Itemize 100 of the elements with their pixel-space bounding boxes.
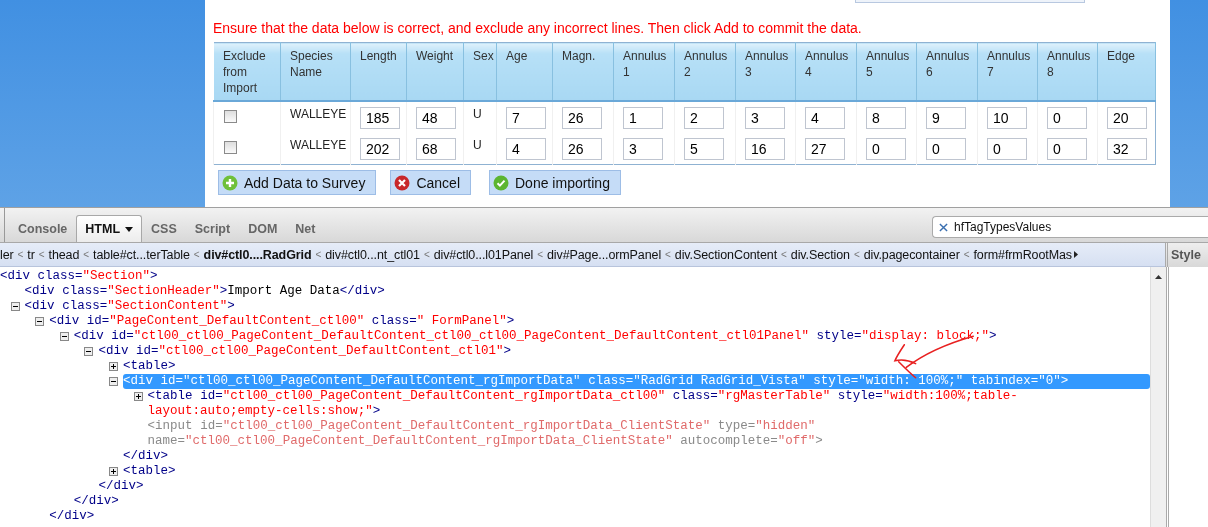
column-header: Exclude from Import — [213, 42, 281, 101]
devtools-tab[interactable]: DOM — [239, 215, 287, 242]
breadcrumb-item[interactable]: table#ct...terTable — [93, 247, 190, 262]
value-input[interactable]: 20 — [1107, 106, 1147, 129]
breadcrumb-item[interactable]: div#ctl0....RadGrid — [203, 247, 312, 262]
value-input[interactable]: 7 — [506, 106, 546, 129]
breadcrumb-item[interactable]: div#Page...ormPanel — [546, 247, 662, 262]
value-input[interactable]: 0 — [866, 137, 906, 160]
add-button[interactable]: Add Data to Survey — [218, 170, 377, 195]
table-cell: U — [473, 106, 482, 121]
value-input[interactable]: 10 — [987, 106, 1027, 129]
value-input[interactable]: 27 — [805, 137, 845, 160]
devtools-tab[interactable]: Net — [286, 215, 325, 242]
column-header: Annulus 2 — [674, 42, 736, 101]
column-header: Species Name — [280, 42, 351, 101]
breadcrumb-item[interactable]: div.SectionContent — [674, 247, 778, 262]
value-input[interactable]: 4 — [805, 106, 845, 129]
value-input[interactable]: 0 — [1047, 106, 1087, 129]
value-input[interactable]: 3 — [745, 106, 785, 129]
column-header: Annulus 6 — [916, 42, 978, 101]
breadcrumb-separator: < — [315, 249, 322, 260]
devtools-tab[interactable]: Script — [185, 215, 240, 242]
instruction-text: Ensure that the data below is correct, and exclude any incorrect lines. Then click Add to commit the data. — [213, 20, 863, 38]
value-input[interactable]: 68 — [416, 137, 456, 160]
html-source-line[interactable]: <table> — [123, 464, 1150, 479]
caret-icon — [125, 226, 134, 232]
value-input[interactable]: 9 — [926, 106, 966, 129]
scroll-up-icon[interactable] — [1155, 275, 1162, 279]
toggle-icon[interactable] — [109, 362, 118, 371]
toggle-icon[interactable] — [35, 317, 45, 326]
breadcrumb-separator: < — [853, 249, 860, 260]
toggle-icon[interactable] — [59, 332, 69, 341]
html-source-line[interactable]: </div> — [73, 494, 1150, 509]
breadcrumb-separator: < — [193, 249, 200, 260]
value-input[interactable]: 3 — [623, 137, 663, 160]
value-input[interactable]: 1 — [623, 106, 663, 129]
value-input[interactable]: 8 — [866, 106, 906, 129]
value-input[interactable]: 0 — [926, 137, 966, 160]
html-source-line[interactable]: <table> — [123, 359, 1150, 374]
value-input[interactable]: 0 — [1047, 137, 1087, 160]
toggle-icon[interactable] — [133, 392, 143, 401]
value-input[interactable]: 202 — [360, 137, 400, 160]
toggle-icon[interactable] — [84, 347, 94, 356]
clear-icon[interactable] — [939, 223, 948, 232]
value-input[interactable]: 4 — [506, 137, 546, 160]
html-source-line[interactable]: <div id="ctl00_ctl00_PageContent_DefaultContent_ctl01"> — [98, 344, 1150, 359]
search-field[interactable]: hfTagTypesValues — [932, 216, 1208, 238]
value-input[interactable]: 2 — [684, 106, 724, 129]
breadcrumb-separator: < — [963, 249, 970, 260]
table-cell: WALLEYE — [290, 137, 347, 152]
done-button[interactable]: Done importing — [489, 170, 621, 195]
scrollbar[interactable] — [1150, 267, 1166, 527]
column-header: Magn. — [552, 42, 614, 101]
html-source-line[interactable]: </div> — [98, 479, 1150, 494]
table-cell: WALLEYE — [290, 106, 347, 121]
html-source-line[interactable]: <div class="SectionHeader">Import Age Data</div> — [24, 284, 1150, 299]
breadcrumb-item[interactable]: div.Section — [790, 247, 850, 262]
check-icon — [493, 174, 509, 191]
toggle-icon[interactable] — [109, 377, 118, 386]
cancel-button[interactable]: Cancel — [390, 170, 471, 195]
html-source-line[interactable]: <table id="ctl00_ctl00_PageContent_DefaultContent_rgImportData_ctl00" class="rgMasterTable" style="width:100%;table-layout:auto;empty-cells:show;"> — [147, 389, 1150, 419]
column-header: Annulus 7 — [977, 42, 1038, 101]
html-source-line[interactable]: <div id="ctl00_ctl00_PageContent_DefaultContent_ctl00_ctl00_PageContent_DefaultContent_ctl01Panel" style="display: block;"> — [73, 329, 1150, 344]
html-source-line[interactable]: </div> — [123, 449, 1150, 464]
toggle-icon[interactable] — [109, 467, 118, 476]
text-field[interactable] — [855, 0, 1085, 3]
breadcrumb-item[interactable]: form#frmRootMas — [973, 247, 1072, 262]
breadcrumb-item[interactable]: div#ctl0...l01Panel — [433, 247, 534, 262]
value-input[interactable]: 185 — [360, 106, 400, 129]
value-input[interactable]: 48 — [416, 106, 456, 129]
html-source-line[interactable]: <div class="SectionContent"> — [24, 299, 1150, 314]
toggle-icon[interactable] — [10, 302, 20, 311]
html-source-line[interactable]: <div class="Section"> — [0, 269, 1150, 284]
column-header: Sex — [463, 42, 497, 101]
value-input[interactable]: 16 — [745, 137, 785, 160]
table-cell: U — [473, 137, 482, 152]
html-source-line[interactable]: </div> — [49, 509, 1150, 524]
scroll-right-icon[interactable] — [1074, 251, 1078, 258]
breadcrumb-item[interactable]: div.pagecontainer — [863, 247, 960, 262]
value-input[interactable]: 0 — [987, 137, 1027, 160]
exclude-checkbox[interactable] — [224, 109, 237, 123]
breadcrumb-separator: < — [537, 249, 543, 260]
breadcrumb-item[interactable]: tr — [27, 247, 35, 262]
value-input[interactable]: 26 — [562, 137, 602, 160]
side-panel-tab[interactable]: Style — [1165, 243, 1208, 267]
html-source-line[interactable]: <div id="PageContent_DefaultContent_ctl00" class=" FormPanel"> — [49, 314, 1150, 329]
devtools-tab[interactable]: CSS — [142, 215, 186, 242]
breadcrumb-separator: < — [83, 249, 90, 260]
breadcrumb-item[interactable]: div#ctl0...nt_ctl01 — [325, 247, 420, 262]
html-source-line[interactable]: <input id="ctl00_ctl00_PageContent_DefaultContent_rgImportData_ClientState" type="hidden" name="ctl00_ctl00_PageContent_DefaultContent_rgImportData_ClientState" autocomplete="off"> — [147, 419, 1150, 449]
value-input[interactable]: 5 — [684, 137, 724, 160]
breadcrumb-item[interactable]: ler — [0, 247, 14, 262]
breadcrumb-item[interactable]: thead — [48, 247, 80, 262]
devtools-tab[interactable]: HTML — [76, 215, 143, 242]
column-header: Length — [350, 42, 407, 101]
value-input[interactable]: 26 — [562, 106, 602, 129]
devtools-tab[interactable]: Console — [9, 215, 77, 242]
exclude-checkbox[interactable] — [224, 140, 237, 154]
value-input[interactable]: 32 — [1107, 137, 1147, 160]
column-header: Annulus 5 — [856, 42, 917, 101]
